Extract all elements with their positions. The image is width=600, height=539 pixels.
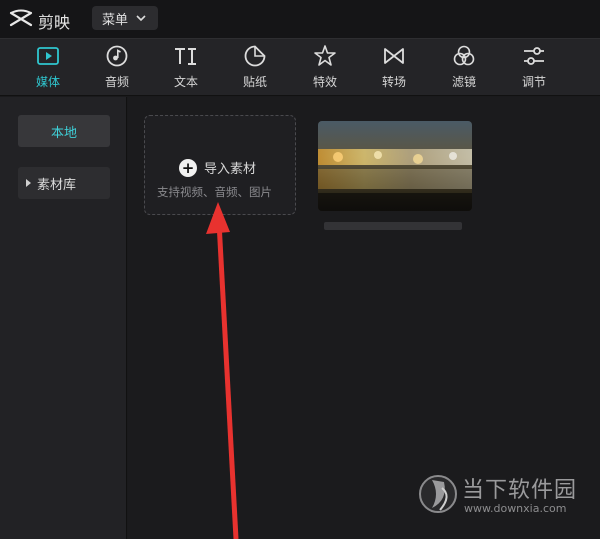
tab-audio-label: 音频 xyxy=(104,75,129,89)
main-toolbar: 媒体 音频 文本 贴纸 特效 转场 滤镜 调节 xyxy=(0,38,600,96)
capcut-logo-icon xyxy=(9,9,33,27)
site-watermark: 当下软件园 www.downxia.com xyxy=(418,470,594,526)
tab-effects[interactable]: 特效 xyxy=(297,43,353,95)
media-sidebar: 本地 素材库 xyxy=(0,97,127,539)
sidebar-item-library-label: 素材库 xyxy=(37,177,77,193)
tab-adjust-label: 调节 xyxy=(521,75,546,89)
tab-filter[interactable]: 滤镜 xyxy=(436,43,492,95)
title-bar: 剪映 菜单 xyxy=(0,0,600,38)
import-media-label: 导入素材 xyxy=(204,162,257,177)
chevron-down-icon xyxy=(136,15,146,22)
tab-media[interactable]: 媒体 xyxy=(20,43,76,95)
watermark-url: www.downxia.com xyxy=(464,502,567,515)
sticker-icon xyxy=(244,45,266,67)
tab-audio[interactable]: 音频 xyxy=(89,43,145,95)
sidebar-item-local[interactable]: 本地 xyxy=(18,115,110,147)
sidebar-item-library[interactable]: 素材库 xyxy=(18,167,110,199)
tab-filter-label: 滤镜 xyxy=(451,75,476,89)
tab-adjust[interactable]: 调节 xyxy=(506,43,562,95)
video-frame-image xyxy=(318,121,472,211)
audio-icon xyxy=(106,45,128,67)
expand-triangle-icon xyxy=(26,179,31,187)
media-icon xyxy=(37,47,59,65)
tab-sticker[interactable]: 贴纸 xyxy=(227,43,283,95)
tab-text[interactable]: 文本 xyxy=(158,43,214,95)
tab-transition-label: 转场 xyxy=(381,75,406,89)
transition-icon xyxy=(384,48,404,64)
effects-icon xyxy=(314,45,336,66)
video-thumbnail[interactable] xyxy=(318,121,472,211)
filter-icon xyxy=(453,45,475,66)
watermark-title: 当下软件园 xyxy=(462,478,578,503)
tab-effects-label: 特效 xyxy=(312,75,337,89)
watermark-logo-icon xyxy=(419,475,457,513)
tab-transition[interactable]: 转场 xyxy=(366,43,422,95)
import-supported-types: 支持视频、音频、图片 xyxy=(157,185,272,199)
plus-icon: + xyxy=(179,158,197,177)
menu-button-label: 菜单 xyxy=(102,12,129,28)
adjust-icon xyxy=(524,47,544,65)
text-icon xyxy=(175,48,196,65)
app-title: 剪映 xyxy=(38,13,71,32)
menu-button[interactable]: 菜单 xyxy=(92,6,158,30)
video-filename-blurred xyxy=(324,222,462,230)
red-annotation-arrow-icon xyxy=(206,202,239,539)
tab-text-label: 文本 xyxy=(173,75,198,89)
import-media-button[interactable]: + 导入素材 xyxy=(179,158,256,177)
tab-sticker-label: 贴纸 xyxy=(242,75,267,89)
tab-media-label: 媒体 xyxy=(35,75,60,89)
